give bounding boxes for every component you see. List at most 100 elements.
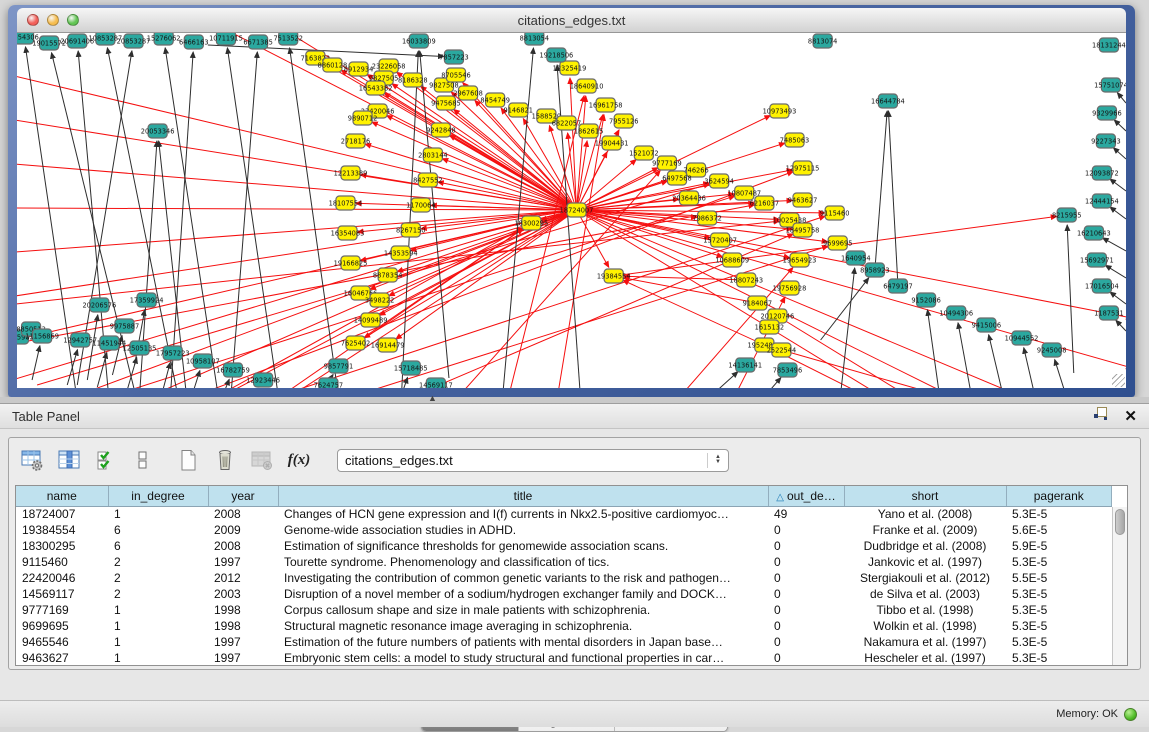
cell-year[interactable]: 2012 <box>208 570 278 586</box>
graph-node[interactable]: 7853496 <box>773 363 803 377</box>
cell-year[interactable]: 2008 <box>208 538 278 554</box>
delete-column-button[interactable] <box>210 446 240 474</box>
cell-title[interactable]: Tourette syndrome. Phenomenology and cla… <box>278 554 768 570</box>
graph-node[interactable]: 10494306 <box>939 306 973 320</box>
graph-edge[interactable] <box>1103 238 1126 251</box>
cell-out_degree[interactable]: 0 <box>768 522 844 538</box>
cell-short[interactable]: Dudbridge et al. (2008) <box>844 538 1006 554</box>
column-header-short[interactable]: short <box>844 486 1006 506</box>
cell-in_degree[interactable]: 1 <box>108 650 208 666</box>
graph-edge[interactable] <box>32 346 40 380</box>
graph-node[interactable]: 16033809 <box>402 34 436 48</box>
graph-edge[interactable] <box>127 358 136 388</box>
graph-node[interactable]: 16644784 <box>871 94 905 108</box>
graph-node[interactable]: 8454749 <box>480 93 510 107</box>
cell-short[interactable]: Jankovic et al. (1997) <box>844 554 1006 570</box>
graph-node[interactable]: 8813054 <box>520 33 550 45</box>
cell-year[interactable]: 1997 <box>208 634 278 650</box>
cell-title[interactable]: Structural magnetic resonance image aver… <box>278 618 768 634</box>
graph-node[interactable]: 12505135 <box>123 341 157 355</box>
cell-in_degree[interactable]: 2 <box>108 554 208 570</box>
cell-name[interactable]: 9465546 <box>16 634 108 650</box>
table-scrollbar[interactable] <box>1112 507 1127 665</box>
cell-out_degree[interactable]: 0 <box>768 586 844 602</box>
graph-node[interactable]: 9227343 <box>1091 134 1121 148</box>
graph-edge[interactable] <box>1117 93 1126 103</box>
graph-node[interactable]: 9184067 <box>743 296 773 310</box>
cell-name[interactable]: 18300295 <box>16 538 108 554</box>
network-canvas[interactable]: 1872400771638228860128891293423226058982… <box>17 33 1126 388</box>
cell-title[interactable]: Corpus callosum shape and size in male p… <box>278 602 768 618</box>
cell-pagerank[interactable]: 5.3E-5 <box>1006 586 1112 602</box>
cell-short[interactable]: Hescheler et al. (1997) <box>844 650 1006 666</box>
column-header-pagerank[interactable]: pagerank <box>1006 486 1112 506</box>
graph-edge[interactable] <box>290 48 341 388</box>
cell-short[interactable]: Stergiakouli et al. (2012) <box>844 570 1006 586</box>
cell-in_degree[interactable]: 2 <box>108 586 208 602</box>
cell-name[interactable]: 9115460 <box>16 554 108 570</box>
graph-edge[interactable] <box>1116 320 1126 331</box>
graph-node[interactable]: 10973493 <box>763 104 797 118</box>
graph-edge[interactable] <box>989 335 1004 388</box>
cell-pagerank[interactable]: 5.6E-5 <box>1006 522 1112 538</box>
graph-node[interactable]: 7955126 <box>609 114 639 128</box>
graph-edge[interactable] <box>577 210 790 258</box>
cell-pagerank[interactable]: 5.3E-5 <box>1006 554 1112 570</box>
graph-node[interactable]: 7485063 <box>780 133 810 147</box>
graph-edge[interactable] <box>623 280 765 345</box>
cell-short[interactable]: Tibbo et al. (1998) <box>844 602 1006 618</box>
graph-node[interactable]: 2803144 <box>418 148 448 162</box>
graph-node[interactable]: 9152086 <box>911 293 941 307</box>
graph-edge[interactable] <box>1105 265 1126 278</box>
cell-in_degree[interactable]: 1 <box>108 634 208 650</box>
cell-out_degree[interactable]: 0 <box>768 554 844 570</box>
resize-grip-icon[interactable] <box>1112 374 1125 387</box>
cell-in_degree[interactable]: 2 <box>108 570 208 586</box>
graph-edge[interactable] <box>1113 148 1126 159</box>
graph-node[interactable]: 16210643 <box>1077 226 1111 240</box>
graph-node[interactable]: 15718485 <box>394 361 428 375</box>
graph-node[interactable]: 9463627 <box>788 193 818 207</box>
cell-short[interactable]: Franke et al. (2009) <box>844 522 1006 538</box>
cell-in_degree[interactable]: 1 <box>108 618 208 634</box>
cell-out_degree[interactable]: 0 <box>768 538 844 554</box>
cell-out_degree[interactable]: 0 <box>768 618 844 634</box>
show-columns-button[interactable] <box>54 446 84 474</box>
graph-node[interactable]: 6479197 <box>883 279 913 293</box>
graph-edge[interactable] <box>372 122 577 210</box>
graph-edge[interactable] <box>888 111 898 286</box>
graph-edge[interactable] <box>927 310 939 388</box>
network-window-titlebar[interactable]: citations_edges.txt <box>17 8 1126 33</box>
graph-edge[interactable] <box>165 48 220 388</box>
graph-node[interactable]: 7624757 <box>314 378 344 388</box>
graph-node[interactable]: 20206576 <box>83 298 117 312</box>
graph-node[interactable]: 1521072 <box>629 146 659 160</box>
cell-in_degree[interactable]: 1 <box>108 506 208 522</box>
cell-pagerank[interactable]: 5.3E-5 <box>1006 634 1112 650</box>
cell-title[interactable]: Genome-wide association studies in ADHD. <box>278 522 768 538</box>
graph-node[interactable]: 8958923 <box>860 263 890 277</box>
cell-short[interactable]: Yano et al. (2008) <box>844 506 1006 522</box>
graph-node[interactable]: 14569117 <box>419 378 453 388</box>
graph-edge[interactable] <box>450 135 577 210</box>
cell-title[interactable]: Disruption of a novel member of a sodium… <box>278 586 768 602</box>
cell-title[interactable]: Changes of HCN gene expression and I(f) … <box>278 506 768 522</box>
graph-node[interactable]: 8813074 <box>808 34 838 48</box>
graph-node[interactable]: 18131244 <box>1092 38 1126 52</box>
graph-node[interactable]: 15692971 <box>1080 253 1114 267</box>
cell-in_degree[interactable]: 6 <box>108 522 208 538</box>
create-column-button[interactable] <box>173 446 203 474</box>
graph-edge[interactable] <box>762 378 781 388</box>
column-header-name[interactable]: name <box>16 486 108 506</box>
cell-out_degree[interactable]: 0 <box>768 602 844 618</box>
cell-title[interactable]: Estimation of significance thresholds fo… <box>278 538 768 554</box>
graph-node[interactable]: 17359924 <box>130 293 164 307</box>
deselect-all-button[interactable] <box>128 446 158 474</box>
graph-edge[interactable] <box>198 228 523 388</box>
graph-edge[interactable] <box>87 315 97 380</box>
graph-node[interactable]: 19166825 <box>334 256 368 270</box>
graph-node[interactable]: 6466163 <box>179 35 209 49</box>
graph-node[interactable]: 9329966 <box>1092 106 1122 120</box>
graph-node[interactable]: 17016504 <box>1085 279 1119 293</box>
cell-out_degree[interactable]: 0 <box>768 634 844 650</box>
